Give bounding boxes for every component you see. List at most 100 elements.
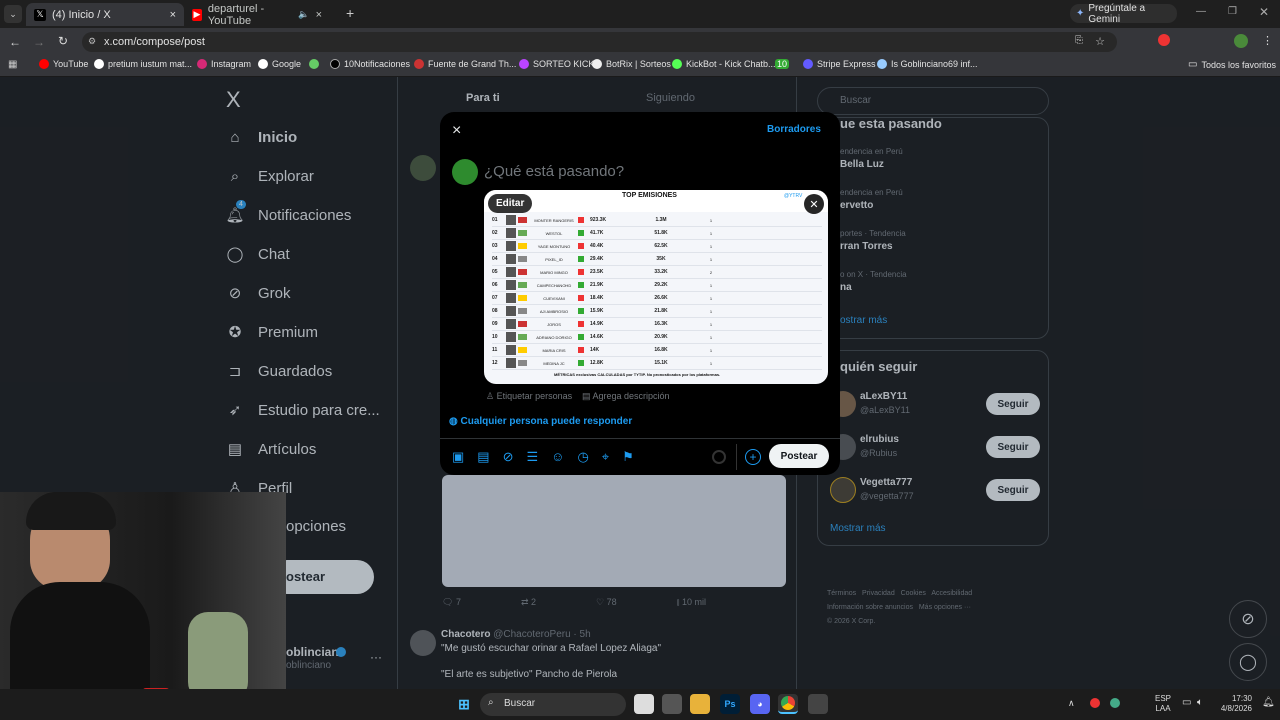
- edit-image-button[interactable]: Editar: [488, 194, 533, 213]
- tray-icon[interactable]: [1090, 698, 1100, 708]
- task-view-icon[interactable]: [634, 694, 654, 714]
- tray-icon[interactable]: [1110, 698, 1120, 708]
- compose-textarea[interactable]: ¿Qué está pasando?: [484, 163, 624, 180]
- bookmark-sorteo-kick[interactable]: SORTEO KICK: [519, 59, 594, 69]
- chrome-icon[interactable]: [778, 694, 798, 714]
- streamer-avatar: [506, 228, 516, 238]
- minimize-button[interactable]: —: [1196, 6, 1206, 17]
- media-icon[interactable]: ▣: [452, 449, 464, 465]
- bookmark-youtube[interactable]: YouTube: [39, 59, 88, 69]
- apps-icon[interactable]: ▦: [8, 59, 17, 70]
- compose-toolbar: ▣ ▤ ⊘ ☰ ☺ ◷ ⌖ ⚑: [452, 449, 634, 465]
- maximize-button[interactable]: ❐: [1228, 6, 1237, 17]
- webcam-overlay: [0, 492, 286, 720]
- bookmark-instagram[interactable]: Instagram: [197, 59, 251, 69]
- tab-x-home[interactable]: 𝕏 (4) Inicio / X ×: [26, 3, 184, 26]
- platform-icon: [578, 269, 584, 275]
- windows-start-icon[interactable]: ⊞: [454, 694, 474, 714]
- taskbar-search[interactable]: ⌕ Buscar: [480, 693, 626, 716]
- clock[interactable]: 17:30 4/8/2026: [1214, 694, 1252, 714]
- streamer-avatar: [506, 280, 516, 290]
- photoshop-icon[interactable]: Ps: [720, 694, 740, 714]
- bookmark-pinwheel[interactable]: [309, 59, 319, 69]
- ranking-row: 03 YAGE MONTUNO 40.4K 62.5K 1: [492, 240, 822, 253]
- remove-image-icon[interactable]: ✕: [804, 194, 824, 214]
- streamer-avatar: [506, 345, 516, 355]
- globe-icon: ◍: [449, 416, 458, 427]
- window-close-button[interactable]: ✕: [1259, 5, 1269, 19]
- emoji-icon[interactable]: ☺: [551, 449, 564, 465]
- install-icon[interactable]: ⎘: [1075, 35, 1083, 46]
- person-hair: [26, 492, 116, 530]
- streamer-avatar: [506, 241, 516, 251]
- site-icon: [877, 59, 887, 69]
- ranking-row: 01 MONTER RANGERIS 923.3K 1.3M 1: [492, 214, 822, 227]
- flag-icon[interactable]: ⚑: [622, 449, 634, 465]
- reload-icon[interactable]: ↻: [58, 34, 68, 48]
- add-description-button[interactable]: ▤ Agrega descripción: [582, 391, 670, 402]
- platform-icon: [578, 217, 584, 223]
- app-icon[interactable]: [808, 694, 828, 714]
- divider: [736, 444, 737, 470]
- bookmark-stripe[interactable]: Stripe Express: [803, 59, 876, 69]
- bookmark-10notificaciones[interactable]: 10Notificaciones: [330, 59, 410, 69]
- bookmark-10[interactable]: 10: [775, 59, 790, 69]
- divider: [440, 438, 840, 439]
- streamer-avatar: [506, 306, 516, 316]
- bookmark-goblinciano[interactable]: Is Goblinciano69 inf...: [877, 59, 978, 69]
- avatar[interactable]: [452, 159, 478, 185]
- stripe-icon: [803, 59, 813, 69]
- gemini-button[interactable]: ✦ Pregúntale a Gemini: [1070, 3, 1177, 25]
- notifications-icon[interactable]: 🔔︎: [1262, 697, 1275, 708]
- network-icon[interactable]: ▭: [1182, 697, 1191, 708]
- reply-setting[interactable]: ◍ Cualquier persona puede responder: [449, 416, 632, 427]
- location-icon[interactable]: ⌖: [602, 449, 609, 465]
- platform-icon: [578, 256, 584, 262]
- folder-icon: ▭: [1188, 59, 1198, 70]
- post-submit-button[interactable]: Postear: [769, 444, 829, 468]
- close-icon[interactable]: ×: [452, 122, 461, 140]
- volume-icon[interactable]: 🔈︎: [1197, 697, 1203, 708]
- flag-icon: [518, 256, 527, 262]
- youtube-favicon-icon: ▶: [192, 8, 202, 21]
- profile-avatar[interactable]: [1234, 34, 1248, 48]
- speaker-icon: 🔈: [298, 9, 310, 19]
- language-indicator[interactable]: ESP LAA: [1155, 694, 1171, 714]
- bookmark-google[interactable]: Google: [258, 59, 301, 69]
- close-tab-icon[interactable]: ×: [170, 9, 176, 21]
- close-tab-icon[interactable]: ×: [316, 9, 322, 21]
- back-icon[interactable]: ←: [9, 35, 21, 49]
- address-bar[interactable]: ⚙ x.com/compose/post ⎘ ☆: [82, 32, 1117, 52]
- add-post-button[interactable]: +: [745, 449, 761, 465]
- bookmark-pretium[interactable]: pretium iustum mat...: [94, 59, 192, 69]
- menu-icon[interactable]: ⋮: [1262, 34, 1273, 47]
- bookmark-star-icon[interactable]: ☆: [1095, 35, 1105, 48]
- attached-image[interactable]: TOP EMISIONES @YTRV 01 MONTER RANGERIS 923…: [484, 190, 828, 384]
- platform-icon: [578, 282, 584, 288]
- new-tab-button[interactable]: +: [346, 5, 354, 21]
- tag-people-button[interactable]: ♙ Etiquetar personas: [486, 391, 572, 402]
- drafts-button[interactable]: Borradores: [767, 124, 821, 135]
- discord-icon[interactable]: ◕: [750, 694, 770, 714]
- platform-icon: [578, 347, 584, 353]
- flag-icon: [518, 321, 527, 327]
- file-explorer-icon[interactable]: [690, 694, 710, 714]
- kickbot-icon: [672, 59, 682, 69]
- grok-icon[interactable]: ⊘: [503, 449, 514, 465]
- streamer-avatar: [506, 293, 516, 303]
- site-info-icon[interactable]: ⚙: [88, 36, 96, 47]
- forward-icon[interactable]: →: [33, 35, 45, 49]
- poll-icon[interactable]: ☰: [527, 449, 539, 465]
- search-icon: ⌕: [488, 697, 494, 708]
- schedule-icon[interactable]: ◷: [577, 449, 588, 465]
- tray-chevron-icon[interactable]: ∧: [1068, 698, 1075, 709]
- gif-icon[interactable]: ▤: [477, 449, 489, 465]
- tab-youtube[interactable]: ▶ departurel - YouTube 🔈 ×: [184, 3, 330, 27]
- bookmark-kickbot[interactable]: KickBot - Kick Chatb...: [672, 59, 776, 69]
- app-icon[interactable]: [662, 694, 682, 714]
- all-bookmarks[interactable]: ▭ Todos los favoritos: [1188, 59, 1276, 70]
- tab-list-button[interactable]: ⌄: [4, 5, 22, 23]
- bookmark-botrix[interactable]: BotRix | Sorteos: [592, 59, 671, 69]
- bookmark-gta-font[interactable]: Fuente de Grand Th...: [414, 59, 516, 69]
- extension-icon[interactable]: [1158, 34, 1170, 46]
